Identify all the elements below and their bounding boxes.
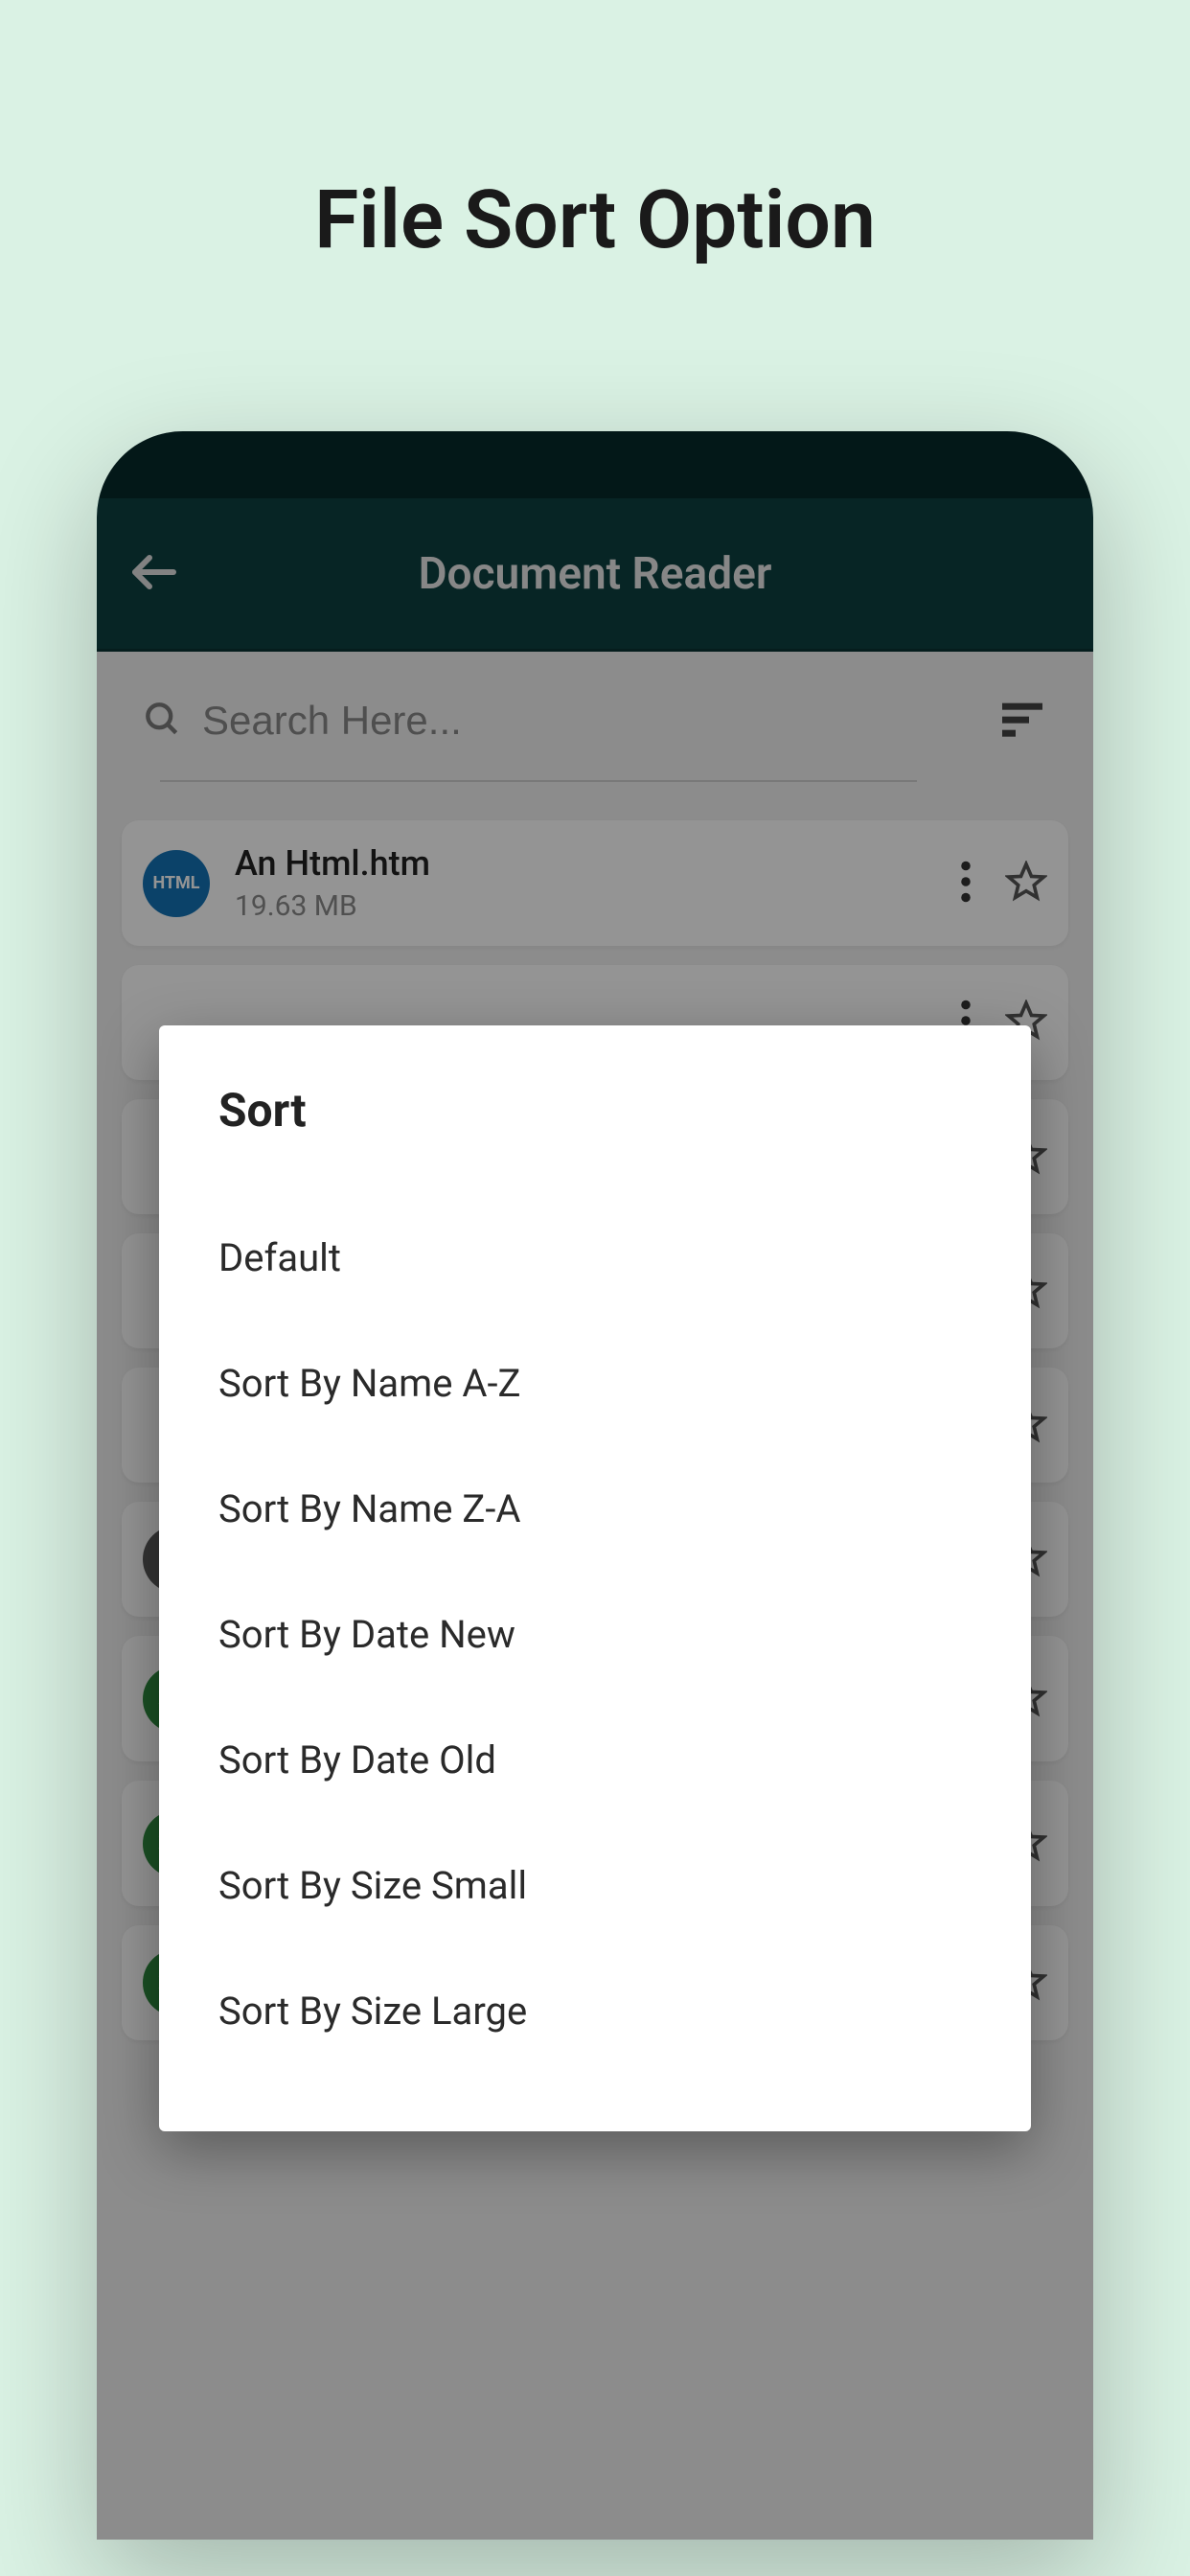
phone-frame: Document Reader HTMLAn Html.htm19.63 MBT…	[97, 431, 1093, 2540]
file-actions	[959, 861, 1047, 907]
file-size: 19.63 MB	[235, 889, 959, 923]
file-meta: An Html.htm 19.63 MB	[235, 843, 959, 923]
sort-option[interactable]: Sort By Name Z-A	[218, 1446, 972, 1572]
sort-option[interactable]: Default	[218, 1195, 972, 1321]
file-name: An Html.htm	[235, 843, 959, 884]
star-outline-icon[interactable]	[1005, 861, 1047, 907]
file-type-icon: HTML	[143, 850, 210, 917]
page-title: File Sort Option	[0, 0, 1190, 267]
back-arrow-icon[interactable]	[126, 543, 183, 605]
sort-dialog-title: Sort	[218, 1083, 972, 1138]
search-input[interactable]	[202, 698, 976, 744]
sort-option[interactable]: Sort By Date Old	[218, 1697, 972, 1823]
sort-option[interactable]: Sort By Size Large	[218, 1948, 972, 2074]
status-bar-area	[97, 431, 1093, 498]
sort-option[interactable]: Sort By Name A-Z	[218, 1321, 972, 1446]
sort-option[interactable]: Sort By Date New	[218, 1572, 972, 1697]
app-bar: Document Reader	[97, 498, 1093, 652]
file-row[interactable]: HTML An Html.htm 19.63 MB	[122, 820, 1068, 946]
sort-icon[interactable]	[995, 692, 1049, 749]
search-row	[122, 652, 1068, 780]
sort-option[interactable]: Sort By Size Small	[218, 1823, 972, 1948]
app-bar-title: Document Reader	[419, 548, 772, 600]
sort-dialog: Sort DefaultSort By Name A-ZSort By Name…	[159, 1025, 1031, 2131]
search-icon	[141, 698, 183, 744]
more-vert-icon[interactable]	[959, 861, 973, 907]
search-underline	[160, 780, 917, 782]
